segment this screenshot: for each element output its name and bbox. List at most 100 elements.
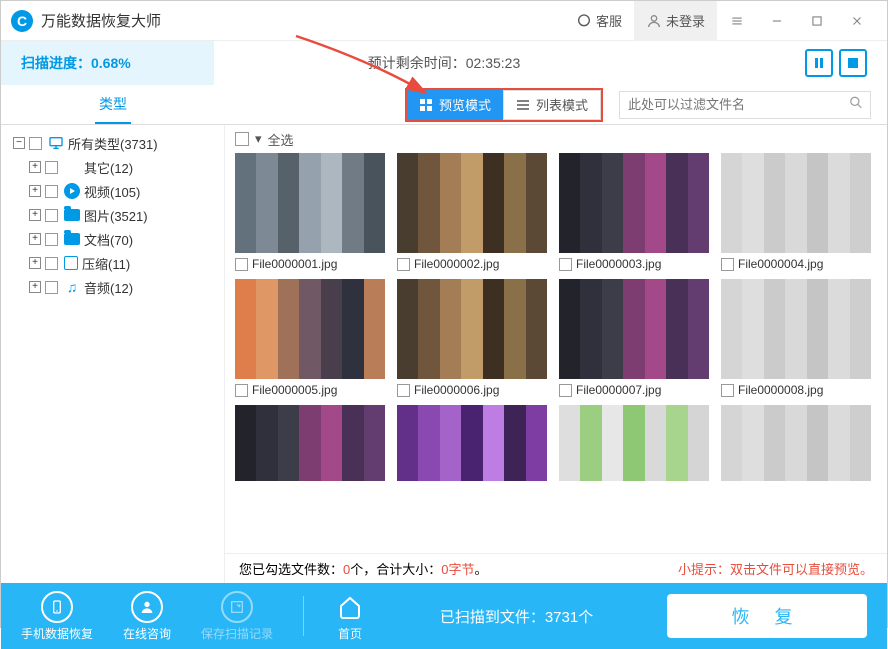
tree-expand-icon[interactable]: + bbox=[29, 281, 41, 293]
preview-tip: 小提示：双击文件可以直接预览。 bbox=[678, 559, 873, 578]
thumbnail-image bbox=[235, 405, 385, 481]
tree-item-label: 压缩(11) bbox=[82, 254, 130, 273]
view-mode-group: 预览模式 列表模式 bbox=[405, 88, 603, 122]
select-all-row: ▾ 全选 bbox=[225, 125, 887, 153]
save-scan-button[interactable]: 保存扫描记录 bbox=[201, 591, 273, 642]
file-checkbox[interactable] bbox=[235, 384, 248, 397]
tree-checkbox[interactable] bbox=[45, 209, 58, 222]
progress-bar: 扫描进度：0.68% 预计剩余时间：02:35:23 bbox=[1, 41, 887, 85]
status-row: 您已勾选文件数：0个，合计大小：0字节。 小提示：双击文件可以直接预览。 bbox=[225, 553, 887, 583]
phone-icon bbox=[41, 591, 73, 623]
minimize-button[interactable] bbox=[757, 1, 797, 41]
tree-item[interactable]: + 文档(70) bbox=[29, 227, 224, 251]
thumbnail-item[interactable]: File0000003.jpg bbox=[559, 153, 709, 271]
progress-time: 预计剩余时间：02:35:23 bbox=[368, 53, 521, 73]
tree-item[interactable]: +♫音频(12) bbox=[29, 275, 224, 299]
tree-checkbox[interactable] bbox=[45, 233, 58, 246]
thumbnail-image bbox=[721, 405, 871, 481]
sidebar-tree: − 所有类型(3731) +其它(12)+视频(105)+图片(3521)+文档… bbox=[1, 125, 225, 583]
thumbnail-item[interactable]: File0000007.jpg bbox=[559, 279, 709, 397]
file-checkbox[interactable] bbox=[397, 384, 410, 397]
search-input[interactable] bbox=[619, 91, 871, 119]
tree-root[interactable]: − 所有类型(3731) bbox=[13, 131, 224, 155]
tree-checkbox[interactable] bbox=[45, 257, 58, 270]
stop-button[interactable] bbox=[839, 49, 867, 77]
thumbnail-image bbox=[721, 279, 871, 379]
thumbnail-item[interactable]: File0000001.jpg bbox=[235, 153, 385, 271]
tree-checkbox[interactable] bbox=[29, 137, 42, 150]
menu-button[interactable] bbox=[717, 1, 757, 41]
export-icon bbox=[221, 591, 253, 623]
online-consult-button[interactable]: 在线咨询 bbox=[123, 591, 171, 642]
tree-expand-icon[interactable]: + bbox=[29, 185, 41, 197]
home-button[interactable]: 首页 bbox=[334, 591, 366, 642]
thumbnail-item[interactable]: File0000005.jpg bbox=[235, 279, 385, 397]
preview-mode-button[interactable]: 预览模式 bbox=[407, 90, 503, 120]
search-icon[interactable] bbox=[849, 95, 863, 114]
phone-recovery-button[interactable]: 手机数据恢复 bbox=[21, 591, 93, 642]
file-name: File0000003.jpg bbox=[576, 257, 661, 271]
file-checkbox[interactable] bbox=[559, 384, 572, 397]
thumbnail-image bbox=[559, 279, 709, 379]
tree-item[interactable]: +图片(3521) bbox=[29, 203, 224, 227]
thumbnail-item[interactable]: File0000008.jpg bbox=[721, 279, 871, 397]
person-icon bbox=[131, 591, 163, 623]
file-name: File0000005.jpg bbox=[252, 383, 337, 397]
tree-item[interactable]: + 压缩(11) bbox=[29, 251, 224, 275]
title-bar: 万能数据恢复大师 客服 未登录 bbox=[1, 1, 887, 41]
thumbnail-image bbox=[235, 279, 385, 379]
login-button[interactable]: 未登录 bbox=[634, 1, 717, 41]
tab-type[interactable]: 类型 bbox=[1, 86, 225, 124]
tree-item-label: 其它(12) bbox=[84, 158, 133, 177]
file-checkbox[interactable] bbox=[235, 258, 248, 271]
file-name: File0000002.jpg bbox=[414, 257, 499, 271]
thumbnail-image bbox=[559, 405, 709, 481]
thumbnail-item[interactable] bbox=[397, 405, 547, 481]
file-checkbox[interactable] bbox=[559, 258, 572, 271]
thumbnail-image bbox=[397, 153, 547, 253]
close-button[interactable] bbox=[837, 1, 877, 41]
progress-label: 扫描进度：0.68% bbox=[21, 53, 131, 73]
thumbnail-item[interactable]: File0000004.jpg bbox=[721, 153, 871, 271]
tree-collapse-icon[interactable]: − bbox=[13, 137, 25, 149]
tree-checkbox[interactable] bbox=[45, 185, 58, 198]
tree-item[interactable]: + 其它(12) bbox=[29, 155, 224, 179]
tree-expand-icon[interactable]: + bbox=[29, 233, 41, 245]
tree-checkbox[interactable] bbox=[45, 161, 58, 174]
tree-expand-icon[interactable]: + bbox=[29, 257, 41, 269]
thumbnail-grid: File0000001.jpg File0000002.jpg File000000… bbox=[225, 153, 887, 553]
file-name: File0000006.jpg bbox=[414, 383, 499, 397]
thumbnail-item[interactable] bbox=[721, 405, 871, 481]
customer-service-button[interactable]: 客服 bbox=[564, 1, 634, 41]
file-checkbox[interactable] bbox=[721, 384, 734, 397]
file-checkbox[interactable] bbox=[721, 258, 734, 271]
maximize-button[interactable] bbox=[797, 1, 837, 41]
user-icon bbox=[646, 13, 662, 29]
thumbnail-item[interactable]: File0000006.jpg bbox=[397, 279, 547, 397]
home-icon bbox=[334, 591, 366, 623]
tree-checkbox[interactable] bbox=[45, 281, 58, 294]
thumbnail-image bbox=[559, 153, 709, 253]
thumbnail-image bbox=[397, 405, 547, 481]
file-name: File0000008.jpg bbox=[738, 383, 823, 397]
tree-expand-icon[interactable]: + bbox=[29, 209, 41, 221]
select-all-checkbox[interactable] bbox=[235, 132, 249, 146]
tree-item-label: 文档(70) bbox=[84, 230, 133, 249]
file-checkbox[interactable] bbox=[397, 258, 410, 271]
main-area: − 所有类型(3731) +其它(12)+视频(105)+图片(3521)+文档… bbox=[1, 125, 887, 583]
app-logo-icon bbox=[11, 10, 33, 32]
thumbnail-item[interactable] bbox=[235, 405, 385, 481]
search-field-wrap bbox=[619, 91, 871, 119]
thumbnail-item[interactable]: File0000002.jpg bbox=[397, 153, 547, 271]
content-panel: ▾ 全选 File0000001.jpgFile0000002.jpgFile0… bbox=[225, 125, 887, 583]
tree-item-label: 视频(105) bbox=[84, 182, 140, 201]
tree-item[interactable]: + 视频(105) bbox=[29, 179, 224, 203]
thumbnail-item[interactable] bbox=[559, 405, 709, 481]
pause-button[interactable] bbox=[805, 49, 833, 77]
monitor-icon bbox=[48, 135, 64, 151]
chevron-down-icon[interactable]: ▾ bbox=[255, 131, 262, 147]
list-mode-button[interactable]: 列表模式 bbox=[503, 90, 601, 120]
recover-button[interactable]: 恢 复 bbox=[667, 594, 867, 638]
footer: 手机数据恢复 在线咨询 保存扫描记录 首页 已扫描到文件：3731个 恢 复 bbox=[1, 583, 887, 649]
tree-expand-icon[interactable]: + bbox=[29, 161, 41, 173]
